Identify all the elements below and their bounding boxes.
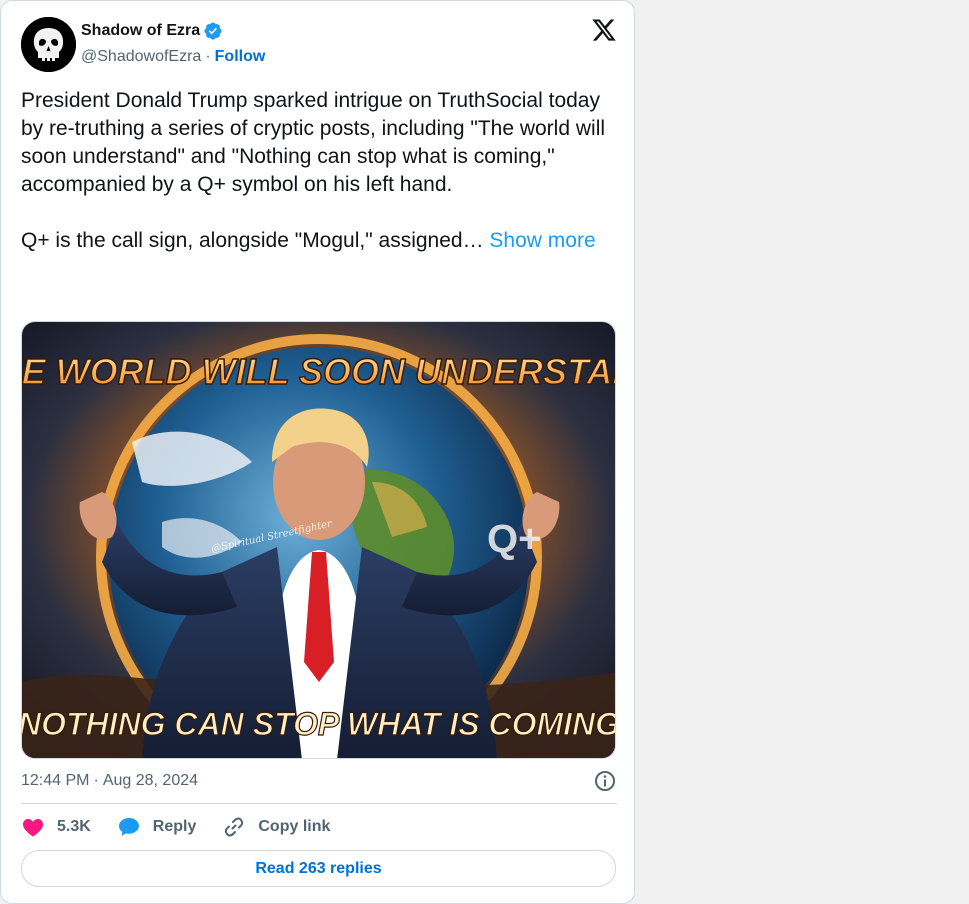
- tweet-text: President Donald Trump sparked intrigue …: [21, 87, 621, 255]
- tweet-meta: 12:44 PM · Aug 28, 2024: [21, 769, 617, 793]
- heart-icon: [23, 819, 43, 837]
- tweet-card: Shadow of Ezra @ShadowofEzra · Follow Pr…: [0, 0, 635, 904]
- handle-separator: ·: [205, 48, 211, 65]
- image-q-symbol: Q+: [487, 517, 541, 561]
- read-replies-button[interactable]: Read 263 replies: [21, 850, 616, 887]
- tweet-image-illustration: THE WORLD WILL SOON UNDERSTAND NOTHING C…: [22, 322, 616, 758]
- tweet-header: Shadow of Ezra @ShadowofEzra · Follow: [21, 17, 617, 73]
- avatar[interactable]: [21, 17, 76, 72]
- tweet-image[interactable]: THE WORLD WILL SOON UNDERSTAND NOTHING C…: [21, 321, 616, 759]
- info-icon[interactable]: [593, 769, 617, 793]
- copy-link-label: Copy link: [258, 818, 331, 835]
- copy-link-button[interactable]: Copy link: [222, 815, 330, 839]
- tweet-date[interactable]: Aug 28, 2024: [103, 772, 198, 790]
- image-top-text: THE WORLD WILL SOON UNDERSTAND: [22, 351, 616, 392]
- tweet-actions: 5.3K Reply Copy link: [21, 813, 356, 841]
- like-button[interactable]: 5.3K: [21, 815, 91, 839]
- skull-avatar-icon: [21, 17, 76, 72]
- speech-bubble-icon: [118, 818, 139, 836]
- meta-separator: ·: [93, 772, 99, 789]
- divider: [21, 803, 617, 804]
- reply-button[interactable]: Reply: [117, 815, 197, 839]
- x-logo-icon[interactable]: [591, 17, 617, 43]
- show-more-link[interactable]: Show more: [489, 229, 595, 252]
- reply-label: Reply: [152, 818, 197, 835]
- like-count: 5.3K: [57, 818, 91, 835]
- image-bottom-text: NOTHING CAN STOP WHAT IS COMING: [22, 706, 616, 742]
- author-handle[interactable]: @ShadowofEzra: [81, 48, 201, 66]
- tweet-time[interactable]: 12:44 PM: [21, 772, 89, 790]
- tweet-paragraph-2-text: Q+ is the call sign, alongside "Mogul," …: [21, 229, 484, 252]
- tweet-paragraph-1: President Donald Trump sparked intrigue …: [21, 89, 606, 196]
- verified-badge-icon: [204, 22, 222, 40]
- author-handle-row: @ShadowofEzra · Follow: [81, 48, 265, 66]
- link-icon: [225, 817, 244, 837]
- tweet-paragraph-2: Q+ is the call sign, alongside "Mogul," …: [21, 227, 621, 255]
- follow-button[interactable]: Follow: [215, 48, 266, 66]
- author-display-name[interactable]: Shadow of Ezra: [81, 22, 200, 40]
- author-name-row: Shadow of Ezra: [81, 21, 223, 41]
